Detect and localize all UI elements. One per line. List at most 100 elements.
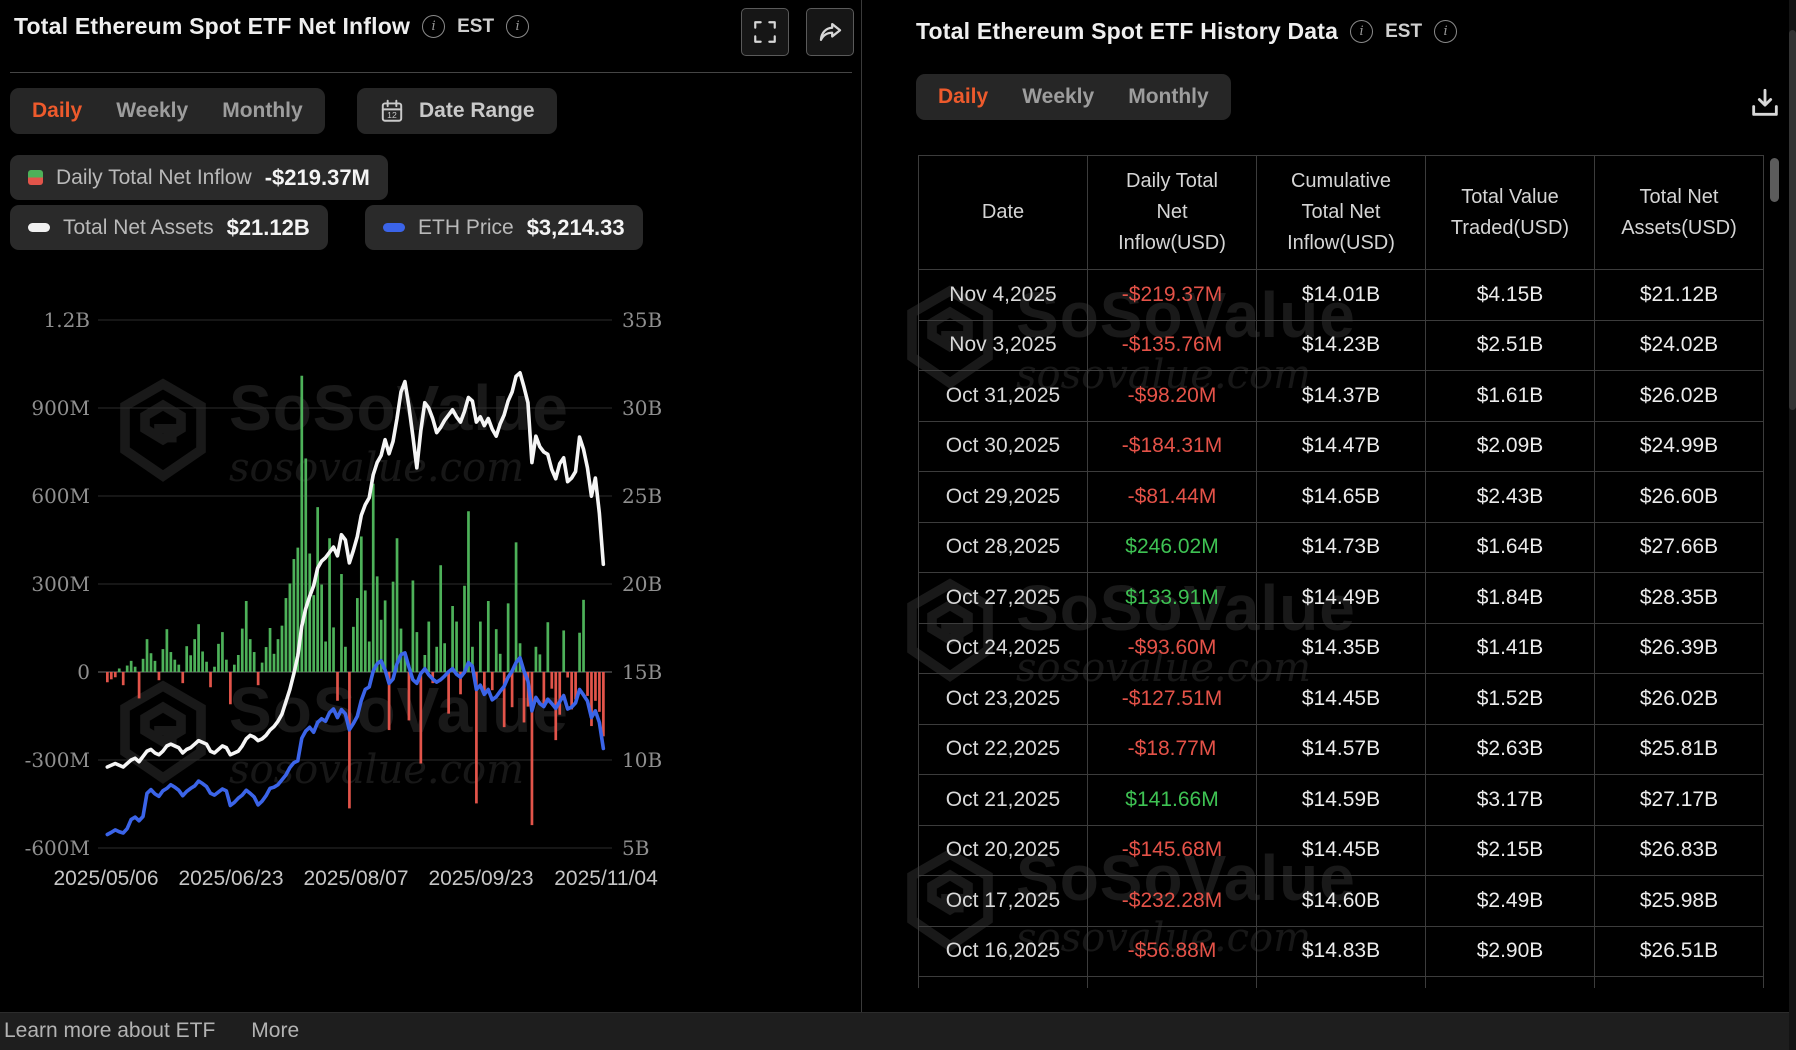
svg-text:35B: 35B: [622, 308, 662, 332]
value-traded-cell: $1.41B: [1426, 623, 1595, 674]
net-assets-cell: $26.02B: [1595, 674, 1764, 725]
learn-more-link[interactable]: Learn more about ETF: [4, 1019, 215, 1043]
history-data-panel: Total Ethereum Spot ETF History Data i E…: [861, 0, 1796, 1012]
date-cell: Oct 29,2025: [919, 472, 1088, 523]
info-icon[interactable]: i: [422, 15, 445, 38]
cumulative-inflow-cell: $14.45B: [1257, 674, 1426, 725]
share-button[interactable]: [806, 8, 854, 56]
value-traded-cell: $1.52B: [1426, 674, 1595, 725]
svg-text:25B: 25B: [622, 484, 662, 508]
table-title: Total Ethereum Spot ETF History Data: [916, 18, 1338, 45]
date-cell: Oct 20,2025: [919, 825, 1088, 876]
daily-inflow-cell: $141.66M: [1088, 775, 1257, 826]
more-link[interactable]: More: [251, 1019, 299, 1043]
table-scrollbar-thumb[interactable]: [1770, 158, 1779, 202]
header-divider: [10, 72, 852, 73]
cumulative-inflow-cell: $14.37B: [1257, 371, 1426, 422]
tab-daily[interactable]: Daily: [938, 85, 988, 109]
table-row: Oct 20,2025-$145.68M$14.45B$2.15B$26.83B: [919, 825, 1764, 876]
calendar-icon: 12: [379, 98, 405, 124]
legend-label: Daily Total Net Inflow: [56, 166, 252, 190]
info-icon[interactable]: i: [1350, 20, 1373, 43]
svg-text:600M: 600M: [31, 484, 90, 508]
period-tabs: Daily Weekly Monthly: [10, 88, 325, 134]
daily-inflow-cell: -$93.60M: [1088, 623, 1257, 674]
page-scrollbar[interactable]: [1789, 0, 1796, 1050]
table-row: Oct 22,2025-$18.77M$14.57B$2.63B$25.81B: [919, 724, 1764, 775]
date-cell: Nov 3,2025: [919, 320, 1088, 371]
net-assets-cell: $24.02B: [1595, 320, 1764, 371]
svg-text:15B: 15B: [622, 660, 662, 684]
table-row: Oct 31,2025-$98.20M$14.37B$1.61B$26.02B: [919, 371, 1764, 422]
value-traded-cell: $2.51B: [1426, 320, 1595, 371]
legend-total-net-assets[interactable]: Total Net Assets $21.12B: [10, 205, 328, 250]
tab-daily[interactable]: Daily: [32, 99, 82, 123]
table-row: Oct 17,2025-$232.28M$14.60B$2.49B$25.98B: [919, 876, 1764, 927]
page-scrollbar-thumb[interactable]: [1789, 30, 1796, 410]
legend-daily-net-inflow[interactable]: Daily Total Net Inflow -$219.37M: [10, 155, 388, 200]
daily-inflow-cell: -$56.88M: [1088, 926, 1257, 977]
footer-bar: Learn more about ETF More: [0, 1012, 1796, 1050]
date-cell: Oct 21,2025: [919, 775, 1088, 826]
tab-monthly[interactable]: Monthly: [222, 99, 302, 123]
date-cell: Oct 17,2025: [919, 876, 1088, 927]
fullscreen-button[interactable]: [741, 8, 789, 56]
net-inflow-panel: Total Ethereum Spot ETF Net Inflow i EST…: [0, 0, 860, 1012]
net-assets-cell: $28.35B: [1595, 573, 1764, 624]
net-assets-cell: $24.99B: [1595, 421, 1764, 472]
net-assets-cell: $27.37B: [1595, 977, 1764, 989]
table-header-row: DateDaily Total Net Inflow(USD)Cumulativ…: [919, 156, 1764, 270]
info-icon[interactable]: i: [1434, 20, 1457, 43]
legend-value: $3,214.33: [527, 215, 625, 241]
tab-weekly[interactable]: Weekly: [116, 99, 188, 123]
column-header: Total Net Assets(USD): [1595, 156, 1764, 270]
value-traded-cell: $2.14B: [1426, 977, 1595, 989]
legend-eth-price[interactable]: ETH Price $3,214.33: [365, 205, 643, 250]
net-assets-cell: $25.98B: [1595, 876, 1764, 927]
svg-text:2025/08/07: 2025/08/07: [303, 867, 408, 890]
svg-text:2025/06/23: 2025/06/23: [178, 867, 283, 890]
fullscreen-icon: [752, 19, 778, 45]
net-inflow-chart[interactable]: 1.2B35B900M30B600M25B300M20B015B-300M10B…: [6, 295, 750, 895]
download-icon[interactable]: [1748, 86, 1782, 120]
cumulative-inflow-cell: $14.45B: [1257, 825, 1426, 876]
net-assets-cell: $26.51B: [1595, 926, 1764, 977]
tab-monthly[interactable]: Monthly: [1128, 85, 1208, 109]
table-row: Oct 29,2025-$81.44M$14.65B$2.43B$26.60B: [919, 472, 1764, 523]
table-row: Oct 23,2025-$127.51M$14.45B$1.52B$26.02B: [919, 674, 1764, 725]
cumulative-inflow-cell: $14.57B: [1257, 724, 1426, 775]
right-panel-header: Total Ethereum Spot ETF History Data i E…: [916, 18, 1457, 45]
cumulative-inflow-cell: $14.89B: [1257, 977, 1426, 989]
date-range-label: Date Range: [419, 99, 535, 123]
cumulative-inflow-cell: $14.65B: [1257, 472, 1426, 523]
net-assets-cell: $26.02B: [1595, 371, 1764, 422]
date-range-button[interactable]: 12 Date Range: [357, 88, 557, 134]
date-cell: Oct 31,2025: [919, 371, 1088, 422]
value-traded-cell: $2.43B: [1426, 472, 1595, 523]
date-cell: Oct 15,2025: [919, 977, 1088, 989]
daily-inflow-cell: $133.91M: [1088, 573, 1257, 624]
table-row: Oct 27,2025$133.91M$14.49B$1.84B$28.35B: [919, 573, 1764, 624]
cumulative-inflow-cell: $14.59B: [1257, 775, 1426, 826]
daily-inflow-cell: $169.66M: [1088, 977, 1257, 989]
value-traded-cell: $1.84B: [1426, 573, 1595, 624]
info-icon[interactable]: i: [506, 15, 529, 38]
svg-text:900M: 900M: [31, 396, 90, 420]
left-panel-header: Total Ethereum Spot ETF Net Inflow i EST…: [14, 13, 529, 40]
value-traded-cell: $2.63B: [1426, 724, 1595, 775]
value-traded-cell: $4.15B: [1426, 270, 1595, 321]
svg-text:-600M: -600M: [25, 836, 90, 860]
daily-inflow-cell: $246.02M: [1088, 522, 1257, 573]
table-row: Oct 21,2025$141.66M$14.59B$3.17B$27.17B: [919, 775, 1764, 826]
value-traded-cell: $1.61B: [1426, 371, 1595, 422]
share-icon: [817, 19, 844, 46]
svg-text:20B: 20B: [622, 572, 662, 596]
table-row: Oct 24,2025-$93.60M$14.35B$1.41B$26.39B: [919, 623, 1764, 674]
table-row: Oct 16,2025-$56.88M$14.83B$2.90B$26.51B: [919, 926, 1764, 977]
value-traded-cell: $2.09B: [1426, 421, 1595, 472]
net-assets-cell: $25.81B: [1595, 724, 1764, 775]
table-row: Oct 30,2025-$184.31M$14.47B$2.09B$24.99B: [919, 421, 1764, 472]
value-traded-cell: $1.64B: [1426, 522, 1595, 573]
tab-weekly[interactable]: Weekly: [1022, 85, 1094, 109]
svg-text:2025/11/04: 2025/11/04: [554, 867, 658, 890]
